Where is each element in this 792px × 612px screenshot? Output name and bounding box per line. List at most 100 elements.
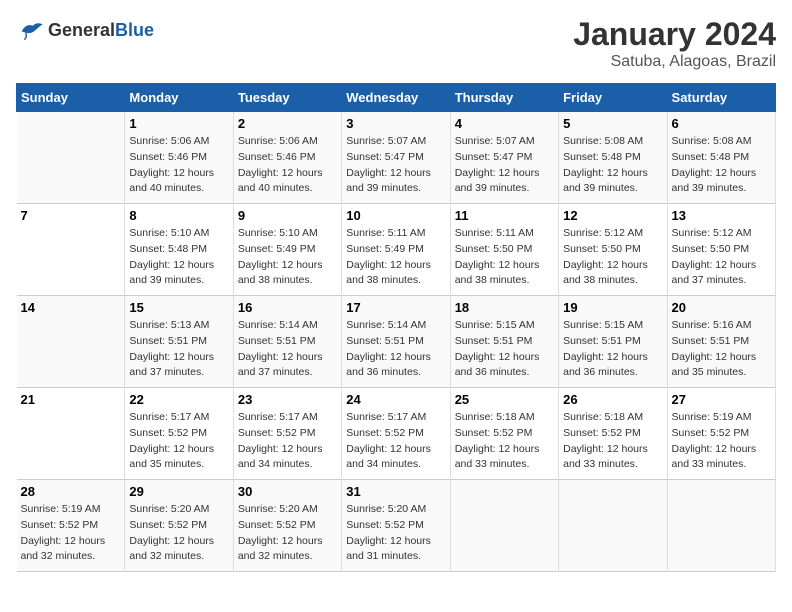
day-info: Sunrise: 5:17 AMSunset: 5:52 PMDaylight:…	[129, 410, 228, 473]
day-info: Sunrise: 5:07 AMSunset: 5:47 PMDaylight:…	[346, 134, 445, 197]
calendar-cell: 14	[17, 296, 125, 388]
logo-blue: Blue	[115, 20, 154, 40]
day-number: 21	[21, 392, 121, 407]
calendar-cell: 26 Sunrise: 5:18 AMSunset: 5:52 PMDayligh…	[559, 388, 667, 480]
day-number: 3	[346, 116, 445, 131]
calendar-cell: 12 Sunrise: 5:12 AMSunset: 5:50 PMDayligh…	[559, 204, 667, 296]
day-number: 20	[672, 300, 771, 315]
page-subtitle: Satuba, Alagoas, Brazil	[573, 53, 776, 71]
header-thursday: Thursday	[450, 84, 558, 112]
calendar-cell: 4 Sunrise: 5:07 AMSunset: 5:47 PMDaylight…	[450, 112, 558, 204]
calendar-cell: 20 Sunrise: 5:16 AMSunset: 5:51 PMDayligh…	[667, 296, 775, 388]
day-number: 4	[455, 116, 554, 131]
day-number: 16	[238, 300, 337, 315]
title-section: January 2024 Satuba, Alagoas, Brazil	[573, 16, 776, 71]
logo-general: General	[48, 20, 115, 40]
calendar-cell	[559, 480, 667, 572]
day-info: Sunrise: 5:11 AMSunset: 5:50 PMDaylight:…	[455, 226, 554, 289]
day-info: Sunrise: 5:06 AMSunset: 5:46 PMDaylight:…	[129, 134, 228, 197]
day-info: Sunrise: 5:20 AMSunset: 5:52 PMDaylight:…	[129, 502, 228, 565]
calendar-week-row: 21 22 Sunrise: 5:17 AMSunset: 5:52 PMDayli…	[17, 388, 776, 480]
day-info: Sunrise: 5:20 AMSunset: 5:52 PMDaylight:…	[238, 502, 337, 565]
calendar-week-row: 14 15Sunrise: 5:13 AMSunset: 5:51 PMDayli…	[17, 296, 776, 388]
day-info: Sunrise: 5:10 AMSunset: 5:49 PMDaylight:…	[238, 226, 337, 289]
day-number: 28	[21, 484, 121, 499]
calendar-cell: 25 Sunrise: 5:18 AMSunset: 5:52 PMDayligh…	[450, 388, 558, 480]
header-wednesday: Wednesday	[342, 84, 450, 112]
day-number: 27	[672, 392, 771, 407]
day-info: Sunrise: 5:15 AMSunset: 5:51 PMDaylight:…	[455, 318, 554, 381]
day-info: Sunrise: 5:15 AMSunset: 5:51 PMDaylight:…	[563, 318, 662, 381]
day-info: Sunrise: 5:11 AMSunset: 5:49 PMDaylight:…	[346, 226, 445, 289]
header-sunday: Sunday	[17, 84, 125, 112]
calendar-week-row: 1 Sunrise: 5:06 AMSunset: 5:46 PMDaylight…	[17, 112, 776, 204]
calendar-cell	[450, 480, 558, 572]
day-number: 1	[129, 116, 228, 131]
day-info: Sunrise: 5:12 AMSunset: 5:50 PMDaylight:…	[672, 226, 771, 289]
calendar-cell: 11 Sunrise: 5:11 AMSunset: 5:50 PMDayligh…	[450, 204, 558, 296]
calendar-cell: 31 Sunrise: 5:20 AMSunset: 5:52 PMDayligh…	[342, 480, 450, 572]
calendar-cell: 27 Sunrise: 5:19 AMSunset: 5:52 PMDayligh…	[667, 388, 775, 480]
calendar-cell: 7	[17, 204, 125, 296]
day-number: 22	[129, 392, 228, 407]
calendar-cell: 3 Sunrise: 5:07 AMSunset: 5:47 PMDaylight…	[342, 112, 450, 204]
calendar-cell: 15Sunrise: 5:13 AMSunset: 5:51 PMDayligh…	[125, 296, 233, 388]
day-info: Sunrise: 5:13 AMSunset: 5:51 PMDaylight:…	[129, 318, 228, 381]
day-info: Sunrise: 5:08 AMSunset: 5:48 PMDaylight:…	[672, 134, 771, 197]
calendar-cell	[17, 112, 125, 204]
day-number: 18	[455, 300, 554, 315]
calendar-cell: 1 Sunrise: 5:06 AMSunset: 5:46 PMDaylight…	[125, 112, 233, 204]
header-tuesday: Tuesday	[233, 84, 341, 112]
calendar-cell: 21	[17, 388, 125, 480]
day-number: 14	[21, 300, 121, 315]
day-info: Sunrise: 5:17 AMSunset: 5:52 PMDaylight:…	[346, 410, 445, 473]
day-number: 12	[563, 208, 662, 223]
calendar-cell	[667, 480, 775, 572]
header-saturday: Saturday	[667, 84, 775, 112]
day-info: Sunrise: 5:17 AMSunset: 5:52 PMDaylight:…	[238, 410, 337, 473]
day-number: 8	[129, 208, 228, 223]
day-info: Sunrise: 5:20 AMSunset: 5:52 PMDaylight:…	[346, 502, 445, 565]
day-info: Sunrise: 5:16 AMSunset: 5:51 PMDaylight:…	[672, 318, 771, 381]
day-info: Sunrise: 5:08 AMSunset: 5:48 PMDaylight:…	[563, 134, 662, 197]
day-number: 25	[455, 392, 554, 407]
day-number: 17	[346, 300, 445, 315]
header-monday: Monday	[125, 84, 233, 112]
day-number: 11	[455, 208, 554, 223]
day-number: 29	[129, 484, 228, 499]
calendar-cell: 2Sunrise: 5:06 AMSunset: 5:46 PMDaylight…	[233, 112, 341, 204]
calendar-cell: 10Sunrise: 5:11 AMSunset: 5:49 PMDayligh…	[342, 204, 450, 296]
day-info: Sunrise: 5:12 AMSunset: 5:50 PMDaylight:…	[563, 226, 662, 289]
day-info: Sunrise: 5:19 AMSunset: 5:52 PMDaylight:…	[672, 410, 771, 473]
logo-text: GeneralBlue	[48, 20, 154, 41]
calendar-header-row: SundayMondayTuesdayWednesdayThursdayFrid…	[17, 84, 776, 112]
day-info: Sunrise: 5:18 AMSunset: 5:52 PMDaylight:…	[455, 410, 554, 473]
day-number: 19	[563, 300, 662, 315]
calendar-cell: 22 Sunrise: 5:17 AMSunset: 5:52 PMDayligh…	[125, 388, 233, 480]
calendar-table: SundayMondayTuesdayWednesdayThursdayFrid…	[16, 83, 776, 572]
calendar-cell: 28 Sunrise: 5:19 AMSunset: 5:52 PMDayligh…	[17, 480, 125, 572]
day-number: 6	[672, 116, 771, 131]
day-number: 23	[238, 392, 337, 407]
day-number: 26	[563, 392, 662, 407]
day-info: Sunrise: 5:07 AMSunset: 5:47 PMDaylight:…	[455, 134, 554, 197]
logo: GeneralBlue	[16, 16, 154, 44]
day-info: Sunrise: 5:18 AMSunset: 5:52 PMDaylight:…	[563, 410, 662, 473]
day-number: 13	[672, 208, 771, 223]
calendar-cell: 24Sunrise: 5:17 AMSunset: 5:52 PMDayligh…	[342, 388, 450, 480]
calendar-cell: 13 Sunrise: 5:12 AMSunset: 5:50 PMDayligh…	[667, 204, 775, 296]
calendar-cell: 8 Sunrise: 5:10 AMSunset: 5:48 PMDaylight…	[125, 204, 233, 296]
calendar-cell: 18 Sunrise: 5:15 AMSunset: 5:51 PMDayligh…	[450, 296, 558, 388]
day-info: Sunrise: 5:10 AMSunset: 5:48 PMDaylight:…	[129, 226, 228, 289]
day-info: Sunrise: 5:19 AMSunset: 5:52 PMDaylight:…	[21, 502, 121, 565]
day-info: Sunrise: 5:06 AMSunset: 5:46 PMDaylight:…	[238, 134, 337, 197]
day-info: Sunrise: 5:14 AMSunset: 5:51 PMDaylight:…	[346, 318, 445, 381]
day-number: 31	[346, 484, 445, 499]
calendar-cell: 19 Sunrise: 5:15 AMSunset: 5:51 PMDayligh…	[559, 296, 667, 388]
calendar-cell: 30Sunrise: 5:20 AMSunset: 5:52 PMDayligh…	[233, 480, 341, 572]
day-number: 7	[21, 208, 121, 223]
calendar-cell: 23 Sunrise: 5:17 AMSunset: 5:52 PMDayligh…	[233, 388, 341, 480]
calendar-week-row: 78 Sunrise: 5:10 AMSunset: 5:48 PMDayligh…	[17, 204, 776, 296]
calendar-cell: 9Sunrise: 5:10 AMSunset: 5:49 PMDaylight…	[233, 204, 341, 296]
calendar-cell: 6 Sunrise: 5:08 AMSunset: 5:48 PMDaylight…	[667, 112, 775, 204]
